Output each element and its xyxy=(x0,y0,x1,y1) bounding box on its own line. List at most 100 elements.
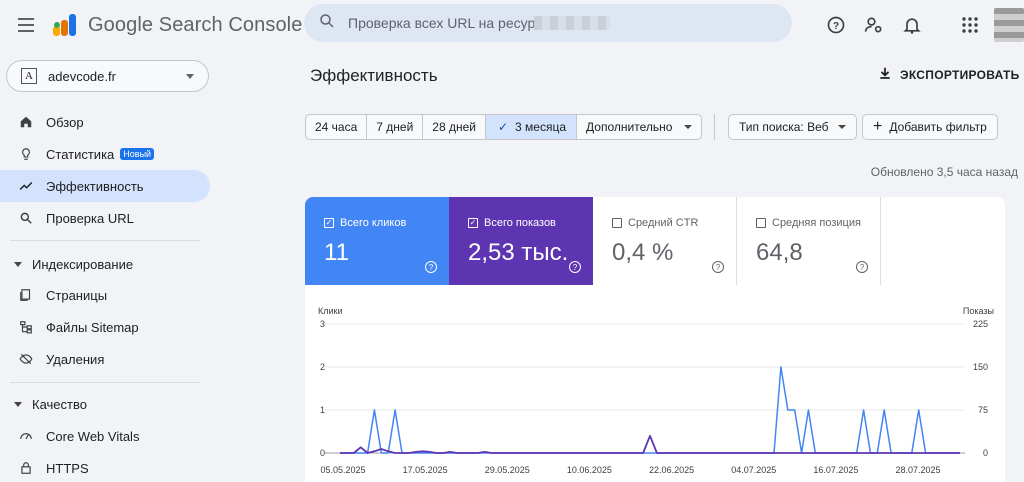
page-title: Эффективность xyxy=(310,66,438,85)
gauge-icon xyxy=(18,428,34,444)
metric-label: Всего кликов xyxy=(340,217,407,229)
range-7d[interactable]: 7 дней xyxy=(367,115,424,139)
y-tick-right: 150 xyxy=(973,362,988,372)
sidebar-item-core-web-vitals[interactable]: Core Web Vitals xyxy=(0,420,210,452)
section-quality[interactable]: Качество xyxy=(0,390,210,418)
sidebar-item-sitemaps[interactable]: Файлы Sitemap xyxy=(0,311,210,343)
sitemap-icon xyxy=(18,319,34,335)
range-28d[interactable]: 28 дней xyxy=(423,115,486,139)
property-selector[interactable]: A adevcode.fr xyxy=(6,60,209,92)
metric-average-position[interactable]: Средняя позиция 64,8 ? xyxy=(737,197,881,285)
app-title: Google Search Console xyxy=(88,13,303,36)
removal-icon xyxy=(18,351,34,367)
check-icon: ✓ xyxy=(497,120,509,134)
chip-label: Дополнительно xyxy=(586,120,673,134)
home-icon xyxy=(18,114,34,130)
metric-label: Средний CTR xyxy=(628,217,699,229)
y-tick-right: 0 xyxy=(983,448,988,458)
checkbox-unchecked-icon[interactable] xyxy=(756,218,766,228)
sidebar-item-label: Страницы xyxy=(46,287,108,303)
chevron-down-icon xyxy=(684,125,693,129)
date-range-selector: 24 часа 7 дней 28 дней ✓ 3 месяца Дополн… xyxy=(305,114,703,140)
manage-accounts-icon[interactable] xyxy=(862,13,886,37)
sidebar-item-overview[interactable]: Обзор xyxy=(0,106,210,138)
checkbox-checked-icon[interactable]: ✓ xyxy=(468,218,478,228)
collapse-arrow-icon xyxy=(14,401,22,407)
sidebar-item-pages[interactable]: Страницы xyxy=(0,279,210,311)
top-bar: Google Search Console ? xyxy=(0,0,1024,50)
sidebar-item-label: Core Web Vitals xyxy=(46,428,140,444)
sidebar-item-label: Проверка URL xyxy=(46,210,134,226)
x-tick-label: 05.05.2025 xyxy=(320,465,365,475)
property-name: adevcode.fr xyxy=(48,68,116,84)
url-inspection-search[interactable] xyxy=(304,4,792,42)
left-axis-title: Клики xyxy=(318,306,343,316)
divider xyxy=(10,240,200,241)
metric-total-impressions[interactable]: ✓ Всего показов 2,53 тыс. ? xyxy=(449,197,593,285)
property-favicon-icon: A xyxy=(21,68,37,84)
collapse-arrow-icon xyxy=(14,261,22,267)
main-menu-icon[interactable] xyxy=(14,13,38,37)
y-tick-right: 225 xyxy=(973,319,988,329)
redacted-domain xyxy=(534,16,610,30)
help-icon[interactable]: ? xyxy=(856,261,868,273)
range-3m[interactable]: ✓ 3 месяца xyxy=(485,115,578,139)
sidebar-item-label: Обзор xyxy=(46,114,84,130)
chevron-down-icon xyxy=(186,74,194,79)
sidebar-item-https[interactable]: HTTPS xyxy=(0,452,210,482)
metric-total-clicks[interactable]: ✓ Всего кликов 11 ? xyxy=(305,197,449,285)
divider xyxy=(714,114,715,140)
export-button[interactable]: ЭКСПОРТИРОВАТЬ xyxy=(878,66,1020,83)
help-icon[interactable]: ? xyxy=(824,13,848,37)
sidebar-item-insights[interactable]: Статистика Новый xyxy=(0,138,210,170)
search-icon xyxy=(318,12,336,35)
last-updated-text: Обновлено 3,5 часа назад xyxy=(870,165,1018,179)
performance-card: ✓ Всего кликов 11 ? ✓ Всего показов 2,53 т… xyxy=(305,197,1005,482)
range-more-dropdown[interactable]: Дополнительно xyxy=(577,115,701,139)
y-tick-left: 2 xyxy=(320,362,325,372)
add-filter-button[interactable]: + Добавить фильтр xyxy=(862,114,998,140)
search-icon xyxy=(18,210,34,226)
sidebar-item-label: Удаления xyxy=(46,351,105,367)
x-tick-label: 17.05.2025 xyxy=(403,465,448,475)
account-avatar[interactable] xyxy=(994,8,1024,42)
help-icon[interactable]: ? xyxy=(425,261,437,273)
chip-label: 7 дней xyxy=(376,120,414,134)
checkbox-checked-icon[interactable]: ✓ xyxy=(324,218,334,228)
new-badge: Новый xyxy=(120,148,155,160)
x-tick-label: 29.05.2025 xyxy=(485,465,530,475)
svg-text:?: ? xyxy=(833,21,839,32)
chip-label: 24 часа xyxy=(315,120,358,134)
metric-label: Всего показов xyxy=(484,217,556,229)
pages-icon xyxy=(18,287,34,303)
apps-grid-icon[interactable] xyxy=(958,13,982,37)
chevron-down-icon xyxy=(838,125,847,129)
section-indexing[interactable]: Индексирование xyxy=(0,250,210,278)
series-line-impressions xyxy=(340,434,960,454)
sidebar-item-label: Статистика xyxy=(46,146,115,162)
sidebar-item-url-inspection[interactable]: Проверка URL xyxy=(0,202,210,234)
checkbox-unchecked-icon[interactable] xyxy=(612,218,622,228)
search-type-label: Тип поиска: Веб xyxy=(739,120,829,134)
performance-chart: Клики Показы 3 225 2 150 1 75 0 0 05.05.2025 17.05.… xyxy=(318,306,994,475)
help-icon[interactable]: ? xyxy=(569,261,581,273)
y-tick-left: 3 xyxy=(320,319,325,329)
chip-label: 28 дней xyxy=(432,120,476,134)
section-title: Индексирование xyxy=(32,256,134,272)
metric-average-ctr[interactable]: Средний CTR 0,4 % ? xyxy=(593,197,737,285)
sidebar-item-performance[interactable]: Эффективность xyxy=(0,170,210,202)
help-icon[interactable]: ? xyxy=(712,261,724,273)
search-input[interactable] xyxy=(348,15,538,31)
x-tick-label: 04.07.2025 xyxy=(731,465,776,475)
notifications-icon[interactable] xyxy=(900,13,924,37)
y-tick-left: 0 xyxy=(320,448,325,458)
sidebar-item-label: Эффективность xyxy=(46,178,144,194)
divider xyxy=(10,382,200,383)
section-title: Качество xyxy=(32,396,87,412)
search-type-dropdown[interactable]: Тип поиска: Веб xyxy=(728,114,858,140)
sidebar-item-removals[interactable]: Удаления xyxy=(0,343,210,375)
app-logo[interactable]: Google Search Console xyxy=(52,12,302,38)
plus-icon: + xyxy=(873,118,883,135)
sidebar-item-label: HTTPS xyxy=(46,460,89,476)
range-24h[interactable]: 24 часа xyxy=(306,115,368,139)
